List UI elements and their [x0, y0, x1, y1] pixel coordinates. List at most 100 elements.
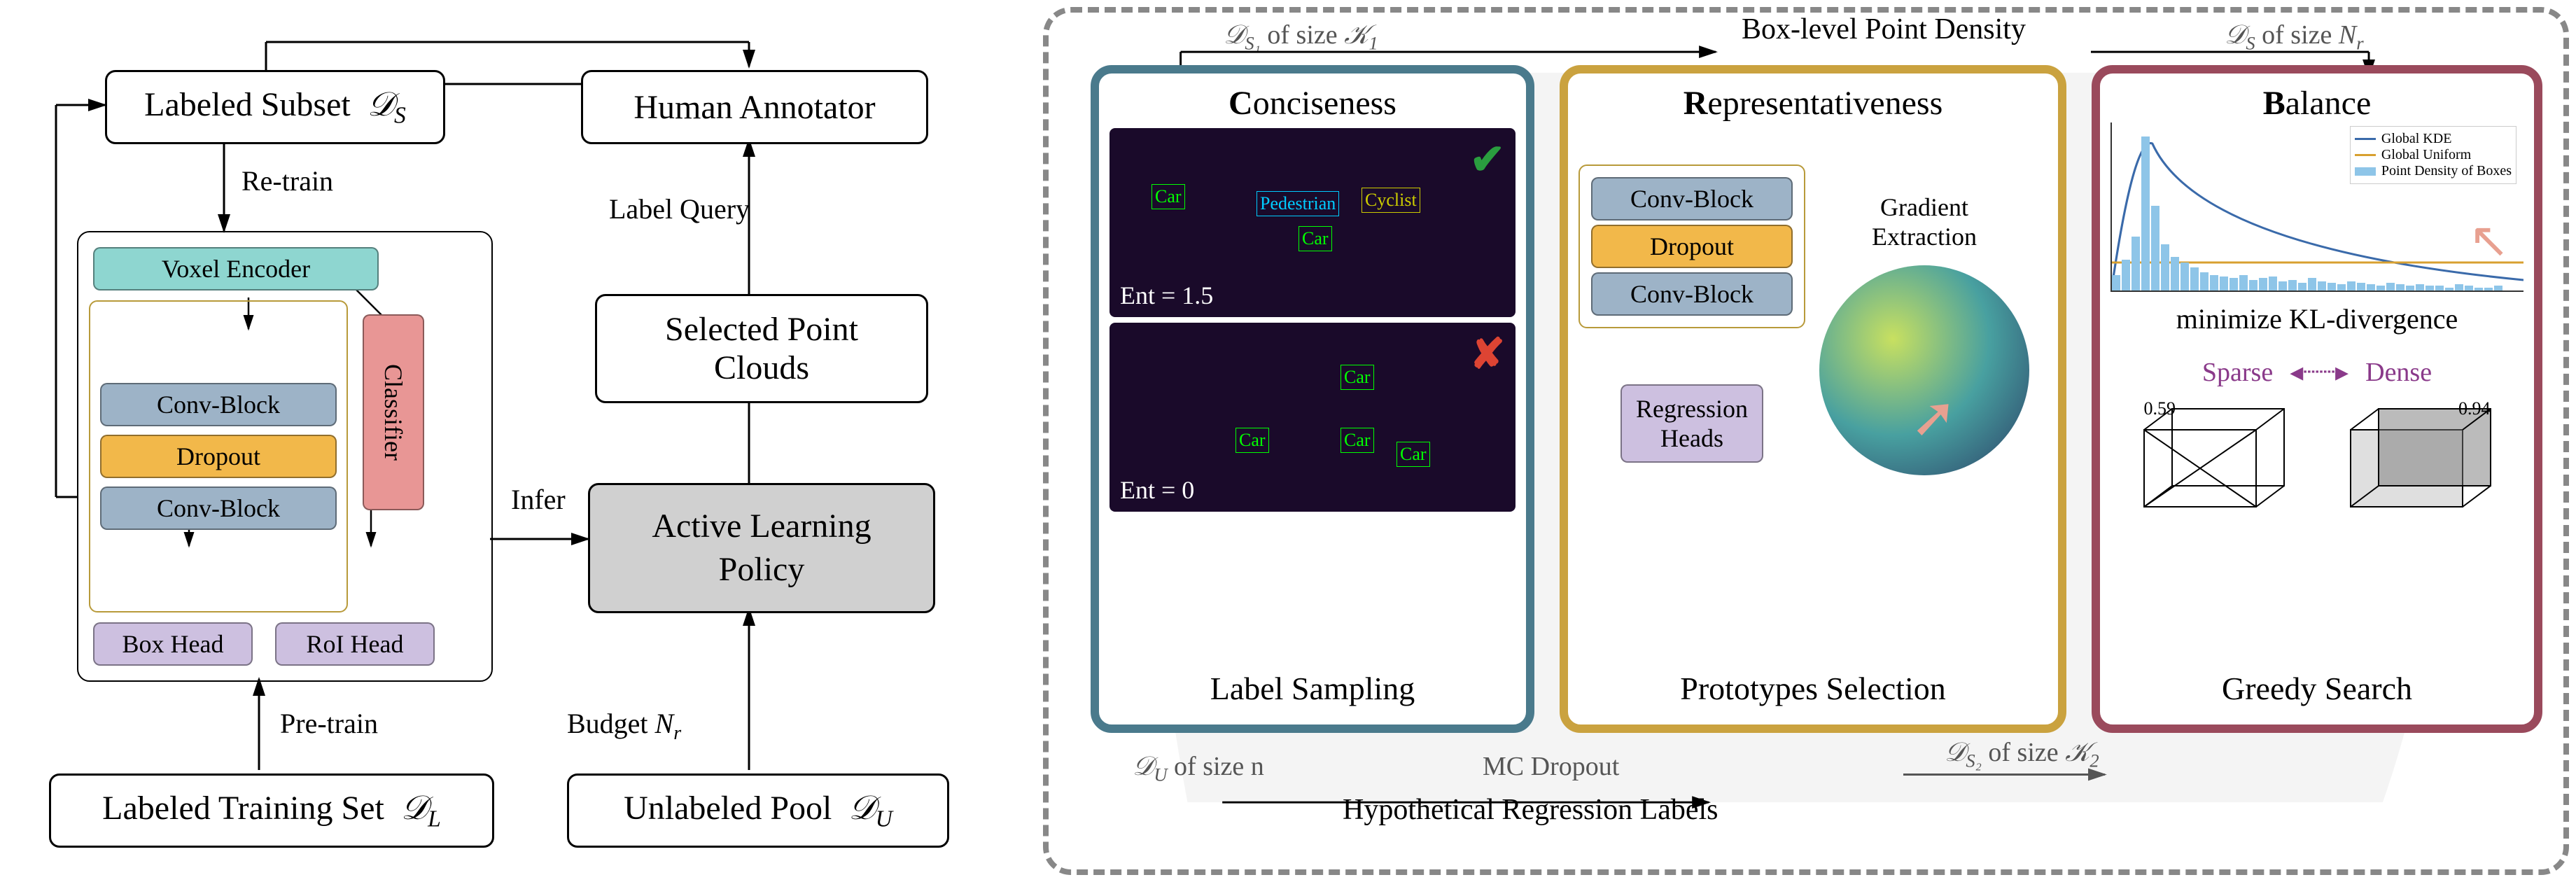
double-arrow-icon: ◂┈┈▸ — [2290, 358, 2348, 387]
hist-bar — [2161, 244, 2169, 290]
hist-bar — [2494, 286, 2502, 290]
hist-bar — [2357, 283, 2365, 290]
ent-high-label: Ent = 1.5 — [1120, 281, 1213, 310]
hist-bar — [2347, 281, 2356, 290]
pretrain-label: Pre-train — [280, 707, 378, 740]
voxel-encoder-block: Voxel Encoder — [93, 247, 379, 290]
hist-bar — [2318, 281, 2326, 290]
hist-bar — [2455, 284, 2463, 290]
gradient-sphere: ➚ — [1819, 265, 2029, 475]
x-icon: ✘ — [1470, 330, 1505, 379]
labeled-training-text: Labeled Training Set 𝒟L — [102, 789, 441, 833]
box-density-label: Box-level Point Density — [1742, 13, 2026, 46]
ds2-label: 𝒟S₂ of size 𝒦2 — [1945, 737, 2099, 772]
hist-bar — [2484, 288, 2493, 290]
active-policy-text: Active LearningPolicy — [652, 505, 871, 592]
hist-bar — [2435, 286, 2444, 290]
hist-bar — [2249, 280, 2258, 290]
dense-box-icon: 0.94 — [2344, 402, 2498, 521]
cyclist-label: Cyclist — [1362, 188, 1420, 213]
sparse-box-icon: 0.59 — [2137, 402, 2291, 521]
conv-block-1: Conv-Block — [100, 383, 337, 426]
hist-bar — [2180, 262, 2189, 290]
box-head-block: Box Head — [93, 622, 253, 666]
selected-pc-text: Selected PointClouds — [665, 310, 858, 387]
ent-low-label: Ent = 0 — [1120, 475, 1194, 505]
car-b4: Car — [1396, 442, 1430, 467]
representativeness-card: Representativeness Conv-Block Dropout Co… — [1560, 65, 2066, 733]
sphere-arrow-icon: ➚ — [1910, 384, 1957, 450]
balance-histogram: Global KDE Global Uniform Point Density … — [2110, 122, 2524, 292]
sparse-val: 0.59 — [2144, 398, 2176, 419]
hist-bar — [2308, 278, 2316, 290]
regression-heads-block: RegressionHeads — [1620, 384, 1763, 463]
ds-nr-label: 𝒟S of size Nr — [2225, 20, 2364, 55]
conciseness-title: Conciseness — [1110, 84, 1516, 122]
hist-bar — [2416, 284, 2424, 290]
left-panel: Labeled Subset 𝒟S Human Annotator Re-tra… — [7, 7, 1029, 875]
check-icon: ✔ — [1470, 135, 1505, 184]
hist-bar — [2259, 278, 2267, 290]
hist-bar — [2298, 283, 2306, 290]
hist-bar — [2190, 267, 2199, 290]
hist-bar — [2112, 275, 2120, 290]
unlabeled-pool-text: Unlabeled Pool 𝒟U — [624, 789, 892, 833]
hist-bar — [2426, 286, 2434, 290]
infer-label: Infer — [511, 483, 566, 516]
hist-bar — [2230, 278, 2238, 290]
hist-bar — [2445, 288, 2454, 290]
hist-bar — [2171, 257, 2179, 290]
car-b2: Car — [1236, 428, 1269, 453]
pc-image-high-entropy: ✔ Car Pedestrian Cyclist Car Ent = 1.5 — [1110, 128, 1516, 317]
hist-bar — [2396, 284, 2404, 290]
conciseness-caption: Label Sampling — [1099, 670, 1526, 707]
mc-dropout-label: MC Dropout — [1483, 751, 1619, 782]
car-label-2: Car — [1298, 226, 1332, 251]
hist-bar — [2465, 286, 2473, 290]
roi-head-block: RoI Head — [275, 622, 435, 666]
labeled-training-set-box: Labeled Training Set 𝒟L — [49, 774, 494, 848]
rep-title: Representativeness — [1578, 84, 2047, 122]
hist-bar — [2132, 237, 2140, 290]
conv-block-2: Conv-Block — [100, 486, 337, 530]
model-box: Voxel Encoder Conv-Block Dropout Conv-Bl… — [77, 231, 493, 682]
rep-convblock-1: Conv-Block — [1591, 177, 1793, 220]
balance-card: Balance Global KDE Global Uniform Point … — [2092, 65, 2542, 733]
hist-bar — [2200, 272, 2208, 290]
hist-bar — [2474, 288, 2483, 290]
active-learning-policy-box: Active LearningPolicy — [588, 483, 935, 613]
labeled-subset-text: Labeled Subset 𝒟S — [144, 85, 406, 130]
pedestrian-label: Pedestrian — [1256, 191, 1339, 216]
balance-arrow-icon: ↖ — [2468, 211, 2510, 270]
car-b3: Car — [1340, 428, 1374, 453]
selected-point-clouds-box: Selected PointClouds — [595, 294, 928, 403]
hist-bar — [2367, 284, 2375, 290]
retrain-label: Re-train — [241, 164, 333, 197]
hyp-labels: Hypothetical Regression Labels — [1343, 793, 1718, 827]
hist-bar — [2269, 276, 2277, 290]
label-query-label: Label Query — [609, 192, 750, 225]
rep-convblock-2: Conv-Block — [1591, 272, 1793, 316]
right-panel: 𝒟S₁ of size 𝒦1 Box-level Point Density 𝒟… — [1043, 7, 2569, 875]
dropout-block: Dropout — [100, 435, 337, 478]
conciseness-card: Conciseness ✔ Car Pedestrian Cyclist Car… — [1091, 65, 1534, 733]
hist-bar — [2328, 283, 2336, 290]
dense-val: 0.94 — [2458, 398, 2491, 419]
balance-caption: Greedy Search — [2100, 670, 2534, 707]
human-annotator-text: Human Annotator — [634, 88, 875, 127]
hist-bar — [2239, 275, 2248, 290]
sparse-label: Sparse — [2202, 358, 2273, 387]
hist-bar — [2406, 286, 2414, 290]
sparse-dense-row: Sparse ◂┈┈▸ Dense — [2110, 356, 2524, 388]
unlabeled-pool-box: Unlabeled Pool 𝒟U — [567, 774, 949, 848]
hist-bar — [2210, 275, 2218, 290]
dense-label: Dense — [2365, 358, 2432, 387]
hist-bar — [2376, 286, 2385, 290]
du-label: 𝒟U of size n — [1133, 751, 1264, 786]
hist-bar — [2220, 276, 2228, 290]
balance-title: Balance — [2110, 84, 2524, 122]
labeled-subset-box: Labeled Subset 𝒟S — [105, 70, 445, 144]
human-annotator-box: Human Annotator — [581, 70, 928, 144]
car-label-1: Car — [1152, 184, 1185, 209]
car-b1: Car — [1340, 365, 1374, 390]
